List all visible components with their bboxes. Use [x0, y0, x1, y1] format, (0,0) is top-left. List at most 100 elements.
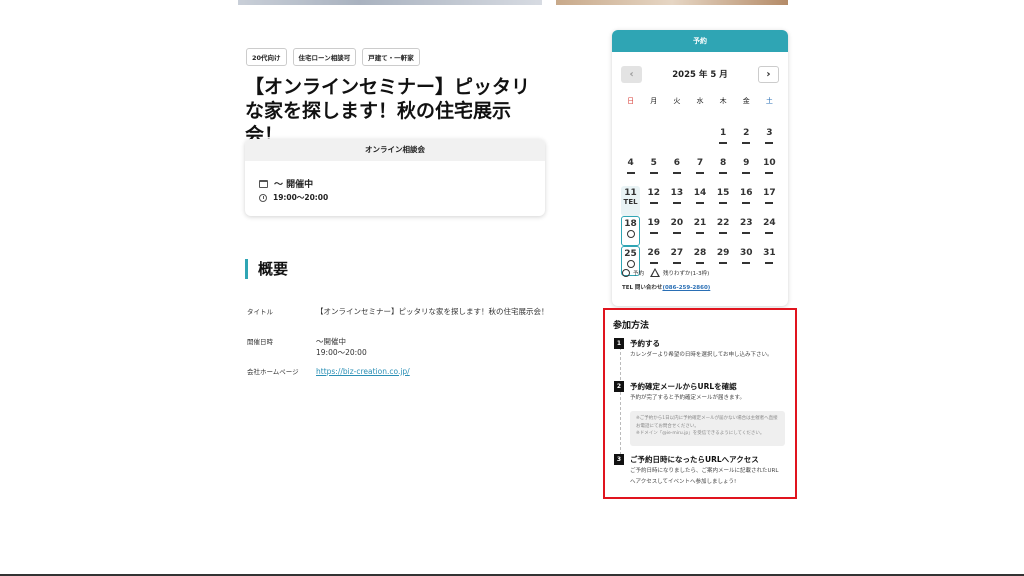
calendar-day[interactable]: 24	[758, 216, 781, 246]
page: 20代向け 住宅ローン相談可 戸建て・一軒家 【オンラインセミナー】ピッタリな家…	[0, 0, 1024, 576]
weekday-header: 日	[627, 97, 635, 105]
day-number: 21	[693, 218, 707, 228]
unavailable-dash	[742, 262, 751, 264]
day-number: 12	[647, 188, 660, 198]
calendar-day[interactable]: 8	[712, 156, 735, 186]
day-number: 25	[624, 249, 637, 259]
day-number: 2	[743, 128, 750, 138]
calendar-day[interactable]: 14	[688, 186, 711, 216]
day-number: 26	[647, 248, 660, 258]
unavailable-dash	[742, 142, 751, 144]
calendar-day[interactable]: 5	[642, 156, 665, 186]
tag-list: 20代向け 住宅ローン相談可 戸建て・一軒家	[246, 48, 420, 66]
calendar-day[interactable]: 21	[688, 216, 711, 246]
overview-title: 概要	[258, 260, 289, 278]
hero-image-secondary	[556, 0, 788, 5]
clock-icon	[259, 193, 267, 202]
calendar-empty-cell	[665, 126, 688, 156]
calendar-day[interactable]: 9	[735, 156, 758, 186]
step-body: 予約が完了すると予約確定メールが届きます。	[630, 395, 745, 401]
unavailable-dash	[742, 232, 751, 234]
unavailable-dash	[719, 142, 728, 144]
unavailable-dash	[695, 232, 704, 234]
event-card: オンライン相談会 〜 開催中 19:00〜20:00	[245, 139, 545, 216]
calendar-day[interactable]: 6	[665, 156, 688, 186]
page-title: 【オンラインセミナー】ピッタリな家を探します！秋の住宅展示会！	[245, 76, 531, 146]
reservation-header: 予約	[612, 30, 788, 52]
overview-label: 会社ホームページ	[247, 368, 299, 376]
chevron-left-icon[interactable]: ‹	[621, 65, 642, 83]
calendar-day[interactable]: 10	[758, 156, 781, 186]
unavailable-dash	[649, 202, 658, 204]
step-title: 予約確定メールからURLを確認	[630, 382, 737, 391]
available-icon	[626, 230, 635, 238]
unavailable-dash	[695, 172, 704, 174]
step-connector	[620, 347, 621, 465]
few-left-icon	[650, 268, 661, 277]
day-number: 9	[743, 158, 750, 168]
event-time: 19:00〜20:00	[273, 193, 329, 202]
tag: 戸建て・一軒家	[362, 48, 420, 66]
tag: 住宅ローン相談可	[292, 48, 357, 66]
calendar-day[interactable]: 13	[665, 186, 688, 216]
calendar-day[interactable]: 7	[688, 156, 711, 186]
calendar-day[interactable]: 16	[735, 186, 758, 216]
day-number: 31	[763, 248, 776, 258]
calendar-day[interactable]: 15	[712, 186, 735, 216]
calendar-day[interactable]: 29	[712, 246, 735, 276]
day-number: 6	[673, 158, 680, 168]
step-body: カレンダーより希望の日時を選択してお申し込み下さい。	[630, 352, 773, 358]
calendar-day[interactable]: 31	[758, 246, 781, 276]
unavailable-dash	[719, 232, 728, 234]
calendar-day[interactable]: 22	[712, 216, 735, 246]
available-icon	[626, 260, 635, 268]
event-date: 〜 開催中	[274, 180, 314, 190]
calendar-day[interactable]: 1	[712, 126, 735, 156]
calendar-day[interactable]: 30	[735, 246, 758, 276]
day-number: 14	[693, 188, 707, 198]
hero-image	[238, 0, 542, 5]
calendar-day[interactable]: 17	[758, 186, 781, 216]
calendar-day[interactable]: 19	[642, 216, 665, 246]
weekday-header: 水	[696, 97, 704, 105]
day-number: 24	[763, 218, 776, 228]
unavailable-dash	[765, 202, 774, 204]
calendar-day[interactable]: 18	[621, 216, 641, 246]
calendar-day[interactable]: 23	[735, 216, 758, 246]
day-number: 28	[693, 248, 707, 258]
weekday-header: 金	[742, 97, 750, 105]
overview-heading: 概要	[245, 258, 288, 279]
calendar-day[interactable]: 4	[619, 156, 642, 186]
calendar-day[interactable]: 20	[665, 216, 688, 246]
calendar-day[interactable]: 12	[642, 186, 665, 216]
legend-few-label: 残りわずか(1-3枠)	[663, 270, 710, 277]
weekday-header: 火	[673, 97, 681, 105]
unavailable-dash	[765, 262, 774, 264]
chevron-right-icon[interactable]: ›	[757, 65, 779, 83]
day-number: 27	[670, 248, 684, 258]
step-number: 1	[614, 338, 624, 349]
calendar-day[interactable]: 2	[735, 126, 758, 156]
day-number: 3	[766, 128, 773, 138]
day-number: 8	[720, 158, 727, 168]
calendar-day[interactable]: 3	[758, 126, 781, 156]
weekday-header: 木	[719, 97, 727, 105]
day-number: 7	[696, 158, 704, 168]
unavailable-dash	[719, 202, 728, 204]
day-number: 17	[763, 188, 776, 198]
day-number: 23	[740, 218, 753, 228]
tel-link[interactable]: (086-259-2860)	[662, 285, 710, 291]
day-number: 19	[647, 218, 660, 228]
calendar-day[interactable]: 11 TEL	[621, 186, 641, 216]
unavailable-dash	[742, 202, 751, 204]
heading-accent-bar	[245, 258, 248, 279]
step-number: 2	[614, 381, 624, 392]
day-number: 10	[763, 158, 776, 168]
step-note: ※ご予約から1日以内に予約確定メールが届かない場合は主催者へ直接お電話にてお問合…	[630, 411, 785, 446]
overview-value: 【オンラインセミナー】ピッタリな家を探します！秋の住宅展示会！	[316, 307, 549, 316]
homepage-link[interactable]: https://biz-creation.co.jp/	[316, 366, 410, 377]
tel-mark: TEL	[623, 198, 638, 206]
unavailable-dash	[672, 232, 681, 234]
unavailable-dash	[695, 262, 704, 264]
calendar-empty-cell	[619, 126, 642, 156]
